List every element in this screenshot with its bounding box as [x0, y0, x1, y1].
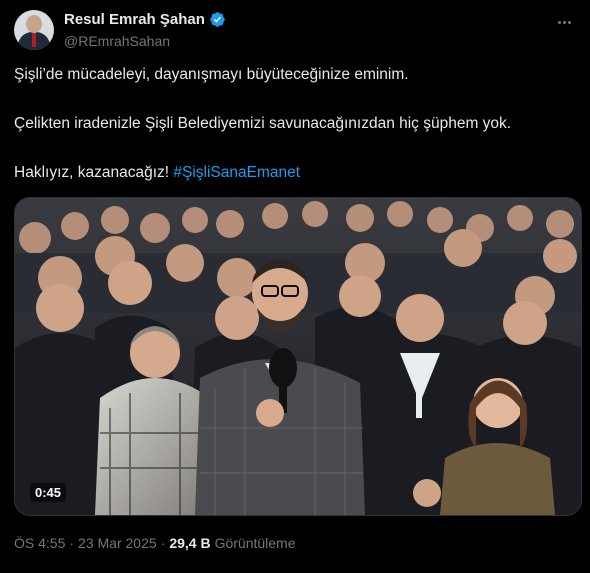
- avatar-face: [26, 15, 42, 33]
- more-options-icon[interactable]: [552, 12, 576, 32]
- verified-badge-icon[interactable]: [209, 11, 226, 28]
- video-duration: 0:45: [30, 483, 67, 502]
- more-dot: [557, 20, 561, 24]
- views-label: Görüntüleme: [214, 535, 296, 551]
- video-frame: [15, 198, 581, 515]
- author-handle[interactable]: @REmrahSahan: [64, 33, 170, 49]
- meta-separator: ·: [160, 535, 166, 551]
- meta-separator: ·: [69, 535, 75, 551]
- video-player[interactable]: [14, 197, 582, 516]
- author-name-row: Resul Emrah Şahan: [64, 11, 226, 28]
- tweet-time[interactable]: ÖS 4:55: [14, 535, 65, 551]
- tweet-card: Resul Emrah Şahan @REmrahSahan Şişli’de …: [0, 0, 590, 573]
- avatar-tie: [32, 33, 36, 47]
- tweet-line-text: Haklıyız, kazanacağız!: [14, 164, 170, 181]
- tweet-meta: ÖS 4:55 · 23 Mar 2025 · 29,4 B Görüntüle…: [14, 535, 296, 551]
- author-avatar[interactable]: [14, 10, 54, 50]
- author-display-name[interactable]: Resul Emrah Şahan: [64, 11, 205, 28]
- more-dot: [567, 20, 571, 24]
- tweet-text: Şişli’de mücadeleyi, dayanışmayı büyütec…: [14, 65, 574, 183]
- tweet-date[interactable]: 23 Mar 2025: [78, 535, 157, 551]
- views-count: 29,4 B: [169, 535, 211, 551]
- hashtag-link[interactable]: #ŞişliSanaEmanet: [173, 164, 300, 181]
- tweet-line: Çelikten iradenizle Şişli Belediyemizi s…: [14, 115, 512, 132]
- more-dot: [562, 20, 566, 24]
- tweet-line: Haklıyız, kazanacağız! #ŞişliSanaEmanet: [14, 163, 574, 183]
- tweet-line: Şişli’de mücadeleyi, dayanışmayı büyütec…: [14, 66, 409, 83]
